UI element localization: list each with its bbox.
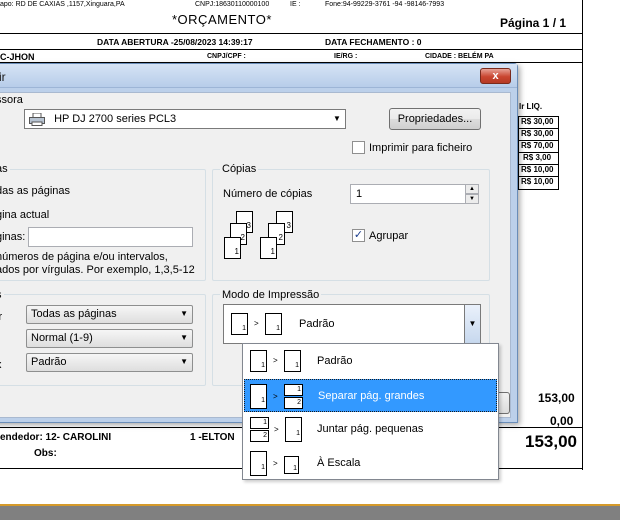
spin-down-icon[interactable]: ▼ <box>465 194 479 204</box>
print-mode-option[interactable]: 1 2 > 1 Juntar pág. pequenas <box>244 413 497 446</box>
collated-pages-icon: 3 2 1 <box>260 211 302 267</box>
pages-per-sheet-value: Normal (1-9) <box>31 332 93 344</box>
chevron-down-icon: ▼ <box>180 333 188 342</box>
spin-up-icon[interactable]: ▲ <box>465 184 479 194</box>
chevron-down-icon: ▼ <box>180 309 188 318</box>
collate-label: Agrupar <box>369 230 409 242</box>
report-title: *ORÇAMENTO* <box>172 12 272 27</box>
report-value: R$ 30,00 <box>519 129 558 141</box>
report-cnpj: CNPJ:18630110000100 <box>195 1 270 8</box>
report-total-2: 0,00 <box>550 414 574 428</box>
print-to-file-checkbox[interactable] <box>352 141 365 154</box>
print-to-file-label: Imprimir para ficheiro <box>369 142 473 154</box>
print-mode-value: Padrão <box>299 318 335 330</box>
report-ie: IE : <box>290 1 301 8</box>
chevron-down-icon: ▼ <box>333 114 341 123</box>
collate-checkbox[interactable]: ✓ <box>352 229 365 242</box>
report-closing-date: DATA FECHAMENTO : 0 <box>325 37 422 47</box>
option-label-1: ir <box>0 311 3 323</box>
report-col-header: lr LIQ. <box>519 102 543 111</box>
report-city-label: CIDADE : BELÉM PA <box>425 53 494 60</box>
report-obs-label: Obs: <box>34 448 57 459</box>
printer-select[interactable]: HP DJ 2700 series PCL3 ▼ <box>24 109 346 129</box>
pages-hint-2: ados por vírgulas. Por exemplo, 1,3,5-12 <box>0 264 195 276</box>
pages-option[interactable]: ginas: <box>0 231 25 243</box>
print-mode-dropdown: 1 > 1 Padrão 1 > 1 2 Separar pág. grande… <box>242 343 499 480</box>
report-value: R$ 10,00 <box>519 165 558 177</box>
report-address: apo: RD DE CAXIAS ,1157,Xinguara,PA <box>0 1 125 8</box>
all-pages-option[interactable]: das as páginas <box>0 185 70 197</box>
pages-hint-1: números de página e/ou intervalos, <box>0 251 168 263</box>
print-range-select[interactable]: Todas as páginas ▼ <box>26 305 193 324</box>
print-mode-option-selected[interactable]: 1 > 1 2 Separar pág. grandes <box>244 379 497 412</box>
pages-per-sheet-select[interactable]: Normal (1-9) ▼ <box>26 329 193 348</box>
printer-name: HP DJ 2700 series PCL3 <box>54 113 177 125</box>
print-mode-option-label: Separar pág. grandes <box>318 390 425 402</box>
report-values-box: R$ 30,00 R$ 30,00 R$ 70,00 R$ 3,00 R$ 10… <box>518 116 559 190</box>
report-seller-2: 1 -ELTON <box>190 432 235 443</box>
report-value: R$ 10,00 <box>521 177 554 186</box>
options-group-label: s <box>0 289 4 301</box>
uncollated-pages-icon: 3 2 1 <box>224 211 264 267</box>
report-phone: Fone:94-99229-3761 -94 -98146-7993 <box>325 1 445 8</box>
report-value: R$ 70,00 <box>519 141 558 153</box>
print-mode-option[interactable]: 1 > 1 À Escala <box>244 447 497 480</box>
report-page-label: Página 1 / 1 <box>500 16 567 30</box>
dialog-titlebar[interactable]: ir x <box>0 64 517 88</box>
option-label-3: x <box>0 359 2 371</box>
chevron-down-icon[interactable]: ▼ <box>464 305 480 343</box>
printer-icon <box>29 112 45 127</box>
print-mode-option[interactable]: 1 > 1 Padrão <box>244 345 497 378</box>
print-mode-option-label: À Escala <box>317 457 361 469</box>
print-mode-option-label: Padrão <box>317 355 353 367</box>
report-opening-date: DATA ABERTURA -25/08/2023 14:39:17 <box>97 37 253 47</box>
print-mode-option-label: Juntar pág. pequenas <box>317 423 424 435</box>
properties-button[interactable]: Propriedades... <box>389 108 481 130</box>
page-range-group-label: as <box>0 163 10 175</box>
taskbar-strip <box>0 504 620 520</box>
report-total-big: 153,00 <box>525 432 577 451</box>
print-mode-select[interactable]: 1 > 1 Padrão ▼ <box>223 304 481 344</box>
report-ie-label: IE/RG : <box>334 53 358 60</box>
report-value: R$ 3,00 <box>519 153 558 165</box>
copies-input[interactable]: 1 <box>350 184 466 204</box>
report-value: R$ 30,00 <box>519 117 558 129</box>
current-page-option[interactable]: gina actual <box>0 209 49 221</box>
report-cnpj-label: CNPJ/CPF : <box>207 53 246 60</box>
chevron-down-icon: ▼ <box>180 357 188 366</box>
copies-label: Número de cópias <box>223 188 313 200</box>
printer-group-label: ssora <box>0 94 25 106</box>
close-button[interactable]: x <box>480 68 511 84</box>
order-select[interactable]: Padrão ▼ <box>26 353 193 372</box>
print-range-value: Todas as páginas <box>31 308 117 320</box>
dialog-title: ir <box>0 70 6 84</box>
pages-input[interactable] <box>28 227 193 247</box>
report-seller: endedor: 12- CAROLINI <box>0 432 112 443</box>
report-total-1: 153,00 <box>538 391 575 405</box>
print-mode-group-label: Modo de Impressão <box>220 289 322 301</box>
report-client: C-JHON <box>0 52 35 62</box>
order-value: Padrão <box>31 356 67 368</box>
copies-group-label: Cópias <box>220 163 259 175</box>
